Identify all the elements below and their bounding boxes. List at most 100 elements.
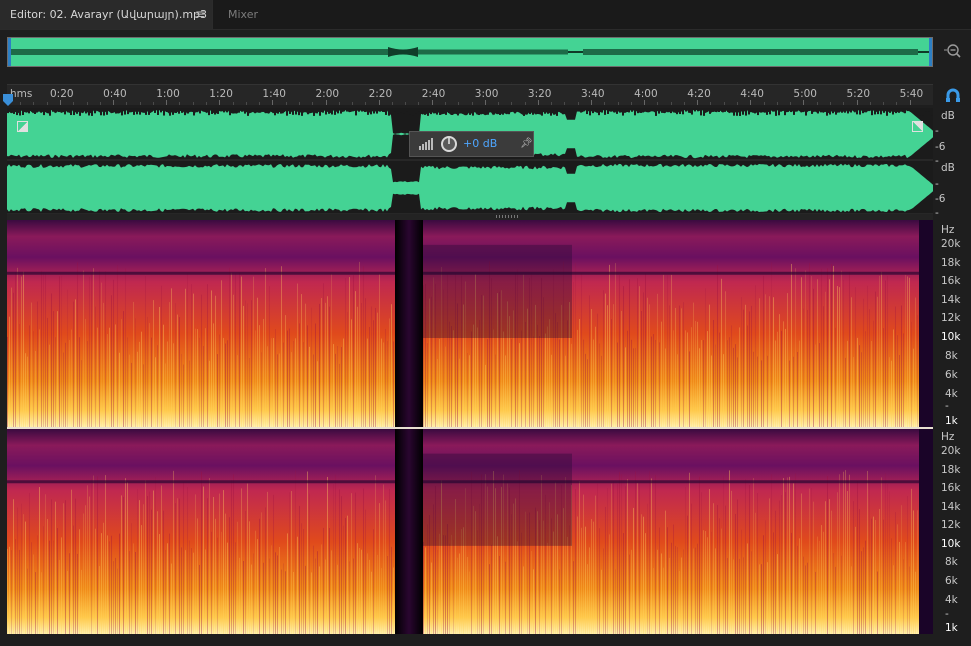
spectrogram-streak bbox=[129, 551, 130, 634]
overview-navigator[interactable] bbox=[7, 37, 933, 67]
ruler-minor-tick bbox=[152, 102, 154, 105]
spectrogram-streak bbox=[171, 288, 172, 427]
spectrogram-streak bbox=[159, 534, 160, 634]
waveform-peak-noise bbox=[364, 108, 366, 113]
waveform-peak-noise bbox=[889, 108, 891, 113]
spectrogram-streak bbox=[347, 312, 348, 427]
spectrogram-streak bbox=[853, 501, 854, 634]
pin-icon[interactable]: 📌︎ bbox=[520, 138, 533, 149]
waveform-peak-noise bbox=[325, 108, 327, 115]
spectrogram-streak bbox=[295, 338, 296, 427]
spectrogram-streak bbox=[607, 488, 608, 634]
spectrogram-streak bbox=[117, 568, 118, 634]
spectrogram-streak bbox=[375, 475, 376, 634]
waveform-peak-noise bbox=[403, 108, 405, 114]
spectrogram-streak bbox=[641, 514, 642, 634]
waveform-peak-noise bbox=[484, 108, 486, 115]
playhead-icon[interactable] bbox=[3, 94, 13, 106]
spectrogram-streak bbox=[41, 572, 42, 634]
waveform-peak-noise bbox=[103, 108, 105, 116]
spectrogram-streak bbox=[725, 505, 726, 634]
spectrogram-streak bbox=[183, 364, 184, 427]
ruler-tick bbox=[591, 100, 592, 105]
waveform-peak-noise bbox=[907, 108, 909, 112]
spectrogram-streak bbox=[45, 494, 46, 634]
waveform-peak-noise bbox=[859, 108, 861, 115]
spectrogram-streak bbox=[469, 571, 470, 634]
spectrogram-streak bbox=[101, 533, 102, 634]
amp-scale-label-db-1: dB bbox=[941, 110, 955, 122]
spectrogram-streak bbox=[655, 474, 656, 634]
waveform-peak-noise bbox=[826, 108, 828, 116]
waveform-peak-noise bbox=[856, 108, 858, 115]
spectrogram-streak bbox=[667, 275, 668, 427]
ruler-minor-tick bbox=[683, 102, 685, 105]
spectrogram-streak bbox=[727, 557, 728, 634]
freq-scale-label: 10k bbox=[941, 538, 961, 550]
spectrogram-streak bbox=[619, 275, 620, 427]
tab-editor[interactable]: Editor: 02. Avarayr (Ավարայր).mp3 ≡ bbox=[0, 0, 212, 29]
snap-to-playhead-icon[interactable] bbox=[945, 87, 961, 103]
spectrogram-streak bbox=[259, 518, 260, 634]
spectrogram-streak bbox=[125, 478, 126, 634]
spectrogram-streak bbox=[843, 471, 844, 634]
spectrogram-streak bbox=[119, 352, 120, 427]
spectrogram-streak bbox=[593, 339, 594, 427]
spectral-display-channel-2[interactable] bbox=[7, 429, 933, 634]
waveform-peak-noise bbox=[121, 108, 123, 116]
ruler-tick bbox=[644, 100, 646, 105]
spectrogram-streak bbox=[319, 303, 320, 427]
spectrogram-streak bbox=[81, 360, 82, 427]
spectrogram-streak bbox=[47, 519, 48, 634]
volume-knob-icon[interactable] bbox=[440, 135, 458, 153]
spectrogram-streak bbox=[115, 324, 116, 427]
tab-mixer[interactable]: Mixer bbox=[212, 0, 283, 29]
spectrogram-silence-gap bbox=[395, 429, 423, 634]
spectrogram-streak bbox=[599, 343, 600, 427]
waveform-peak-noise bbox=[184, 108, 186, 116]
hamburger-icon[interactable]: ≡ bbox=[195, 7, 205, 21]
zoom-out-icon[interactable] bbox=[944, 42, 962, 60]
ruler-tick-label: 2:40 bbox=[421, 88, 446, 100]
spectrogram-streak bbox=[121, 319, 122, 427]
spectrogram-streak bbox=[697, 321, 698, 427]
volume-value[interactable]: +0 dB bbox=[463, 137, 497, 150]
spectrogram-streak bbox=[633, 507, 634, 634]
spectrogram-streak bbox=[755, 285, 756, 427]
spectrogram-streak bbox=[823, 306, 824, 427]
waveform-peak-noise bbox=[307, 108, 309, 115]
waveform-peak-noise bbox=[661, 108, 663, 113]
spectrogram-streak bbox=[273, 494, 274, 634]
spectrogram-streak bbox=[729, 470, 730, 634]
spectrogram-streak bbox=[135, 551, 136, 634]
spectral-display-channel-1[interactable] bbox=[7, 220, 933, 427]
spectrogram-streak bbox=[583, 339, 584, 427]
spectrogram-streak bbox=[847, 340, 848, 427]
spectrogram-streak bbox=[185, 550, 186, 634]
spectrogram-streak bbox=[361, 549, 362, 634]
spectrogram-streak bbox=[93, 268, 94, 427]
waveform-peak-noise bbox=[280, 108, 282, 114]
splitter-grip-icon[interactable] bbox=[496, 215, 518, 218]
spectrogram-streak bbox=[325, 302, 326, 427]
waveform-peak-noise bbox=[739, 108, 741, 116]
fade-out-handle-icon[interactable] bbox=[912, 121, 923, 132]
spectrogram-streak bbox=[717, 504, 718, 634]
spectrogram-streak bbox=[283, 342, 284, 427]
spectrogram-streak bbox=[275, 329, 276, 427]
time-ruler[interactable]: hms 0:20 0:40 1:00 1:20 1:40 2:00 2:20 2:40 3:00… bbox=[7, 84, 933, 105]
spectrogram-streak bbox=[811, 275, 812, 427]
spectrogram-streak bbox=[115, 557, 116, 634]
spectrogram-streak bbox=[23, 271, 24, 427]
ruler-minor-tick bbox=[338, 102, 340, 105]
spectrogram-streak bbox=[185, 288, 186, 427]
fade-in-handle-icon[interactable] bbox=[17, 121, 28, 132]
spectrogram-streak bbox=[605, 293, 606, 427]
spectrogram-streak bbox=[37, 301, 38, 427]
spectrogram-streak bbox=[473, 324, 474, 427]
spectrogram-streak bbox=[665, 510, 666, 634]
spectrogram-streak bbox=[315, 558, 316, 634]
freq-scale-label: 18k bbox=[941, 464, 961, 476]
waveform-display[interactable] bbox=[7, 108, 933, 214]
spectrogram-streak bbox=[105, 271, 106, 427]
